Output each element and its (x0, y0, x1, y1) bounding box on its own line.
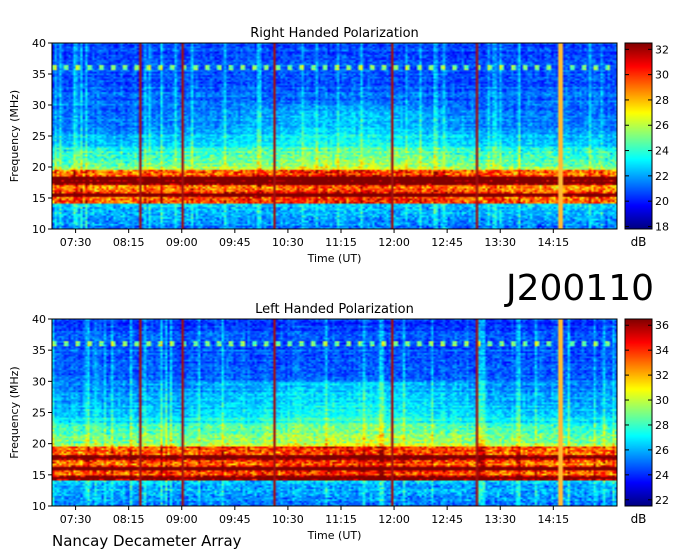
colorbar-tick-label: 30 (655, 69, 669, 82)
y-tick-label: 15 (32, 469, 46, 482)
x-tick-label: 08:15 (113, 513, 145, 526)
x-tick-label: 10:30 (272, 236, 304, 249)
colorbar-tick-label: 32 (655, 369, 669, 382)
x-tick-label: 12:00 (378, 513, 410, 526)
colorbar-tick-label: 22 (655, 170, 669, 183)
y-tick-label: 40 (32, 313, 46, 326)
x-tick-label: 10:30 (272, 513, 304, 526)
x-tick-label: 14:15 (537, 236, 569, 249)
x-tick-label: 12:45 (431, 513, 463, 526)
colorbar-tick-label: 24 (655, 145, 669, 158)
x-tick-label: 07:30 (60, 236, 92, 249)
x-tick-label: 09:45 (219, 513, 251, 526)
x-tick-label: 11:15 (325, 236, 357, 249)
x-tick-label: 13:30 (484, 236, 516, 249)
y-tick-label: 40 (32, 37, 46, 50)
colorbar-tick-label: 26 (655, 444, 669, 457)
colorbar (625, 43, 652, 229)
colorbar-tick-label: 28 (655, 94, 669, 107)
x-tick-label: 08:15 (113, 236, 145, 249)
x-tick-label: 13:30 (484, 513, 516, 526)
y-tick-label: 20 (32, 161, 46, 174)
x-tick-label: 12:00 (378, 236, 410, 249)
colorbar-tick-label: 36 (655, 319, 669, 332)
x-axis-title: Time (UT) (307, 529, 362, 542)
y-tick-label: 15 (32, 192, 46, 205)
y-tick-label: 35 (32, 68, 46, 81)
dynamic-spectrum-figure: J200110 Nancay Decameter Array Right Han… (8, 26, 669, 550)
x-tick-label: 11:15 (325, 513, 357, 526)
y-axis-title: Frequency (MHz) (8, 90, 21, 182)
spectrum-panel-left: Left Handed Polarization 10 15 20 25 30 35 40 Fr… (8, 302, 669, 542)
x-tick-label: 12:45 (431, 236, 463, 249)
colorbar-tick-label: 20 (655, 195, 669, 208)
instrument-label: Nancay Decameter Array (52, 532, 242, 550)
colorbar-unit-label: dB (631, 512, 647, 526)
colorbar-tick-label: 32 (655, 43, 669, 56)
colorbar-tick-label: 22 (655, 494, 669, 507)
colorbar (625, 319, 652, 506)
y-tick-label: 25 (32, 407, 46, 420)
y-axis-title: Frequency (MHz) (8, 366, 21, 458)
x-tick-label: 14:15 (537, 513, 569, 526)
colorbar-tick-label: 24 (655, 469, 669, 482)
spectrum-panel-right: Right Handed Polarization 10 15 20 25 30 35 40 F… (8, 26, 669, 265)
x-axis-title: Time (UT) (307, 252, 362, 265)
observation-id: J200110 (504, 268, 654, 309)
x-tick-label: 09:00 (166, 236, 198, 249)
spectrogram-image (52, 43, 617, 229)
y-tick-label: 25 (32, 130, 46, 143)
panel-title: Right Handed Polarization (250, 26, 419, 41)
y-tick-label: 30 (32, 99, 46, 112)
y-tick-label: 10 (32, 223, 46, 236)
colorbar-unit-label: dB (631, 235, 647, 249)
x-tick-label: 09:00 (166, 513, 198, 526)
y-tick-label: 30 (32, 375, 46, 388)
colorbar-tick-label: 34 (655, 344, 669, 357)
y-tick-label: 20 (32, 438, 46, 451)
x-tick-label: 09:45 (219, 236, 251, 249)
x-tick-label: 07:30 (60, 513, 92, 526)
panel-title: Left Handed Polarization (255, 302, 414, 317)
colorbar-tick-label: 30 (655, 394, 669, 407)
spectrogram-image (52, 319, 617, 506)
colorbar-tick-label: 26 (655, 119, 669, 132)
y-tick-label: 35 (32, 344, 46, 357)
colorbar-tick-label: 18 (655, 220, 669, 233)
colorbar-tick-label: 28 (655, 419, 669, 432)
y-tick-label: 10 (32, 500, 46, 513)
